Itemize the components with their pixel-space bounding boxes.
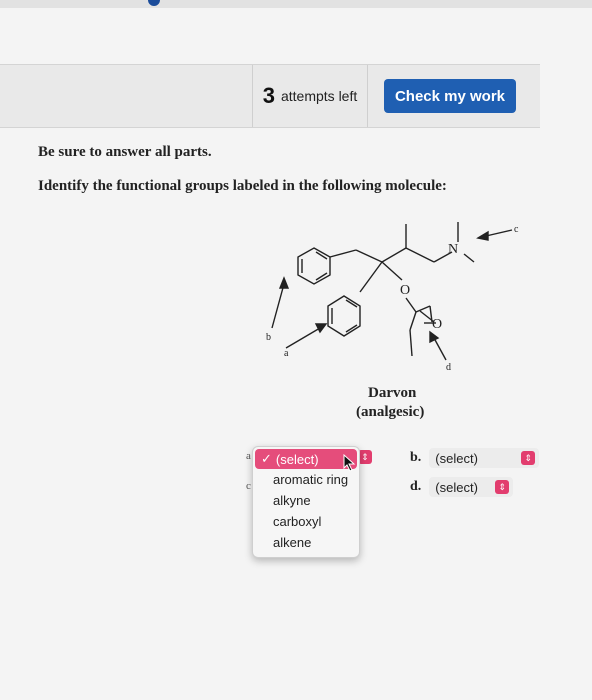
select-a-chevron-icon[interactable]: ⇕ (358, 450, 372, 464)
select-d[interactable]: (select) ⇕ (429, 477, 514, 497)
top-nav-dot (148, 0, 160, 6)
atom-o-carbonyl: O (432, 317, 442, 332)
top-strip (0, 0, 592, 8)
select-b-chevron-icon: ⇕ (521, 451, 536, 465)
mouse-cursor-icon (343, 454, 356, 472)
atom-n: N (448, 242, 458, 257)
arrow-d (433, 337, 447, 361)
assignment-toolbar: 3 attempts left Check my work (0, 64, 540, 128)
label-a: a (284, 348, 289, 359)
attempts-label: attempts left (280, 88, 358, 104)
select-b-value: (select) (435, 450, 478, 466)
select-d-chevron-icon: ⇕ (495, 480, 510, 494)
atom-o-ester: O (400, 283, 410, 298)
bond-to-quaternary-c (355, 249, 383, 263)
lower-benzene-ring (327, 295, 361, 337)
dropdown-option-alkene[interactable]: alkene (253, 532, 359, 553)
select-a-letter: a (246, 450, 251, 462)
dropdown-selected-label: (select) (275, 451, 319, 467)
instruction-answer-all: Be sure to answer all parts. (38, 144, 212, 160)
dropdown-option-select[interactable]: ✓ (select) (255, 449, 357, 469)
check-my-work-button[interactable]: Check my work (384, 79, 516, 113)
label-d: d (446, 362, 451, 373)
arrow-c (485, 229, 513, 237)
darvon-structure: N O O a b c d (266, 222, 519, 373)
n-methyl-right (463, 253, 475, 263)
label-c: c (514, 224, 519, 235)
ch2-bond (329, 249, 357, 258)
select-b-letter: b. (410, 450, 422, 465)
select-b[interactable]: (select) ⇕ (429, 448, 540, 468)
carbonyl-c (415, 305, 431, 313)
select-row-d: d. (select) ⇕ (410, 477, 514, 497)
select-d-letter: d. (410, 479, 422, 494)
select-c-letter: c (246, 480, 251, 492)
label-b: b (266, 332, 271, 343)
attempts-indicator: 3 attempts left (252, 65, 368, 127)
select-row-b: b. (select) ⇕ (410, 448, 540, 468)
page: 3 attempts left Check my work Be sure to… (0, 0, 592, 700)
checkmark-icon: ✓ (261, 451, 272, 466)
attempts-count: 3 (262, 83, 275, 108)
dropdown-option-aromatic-ring[interactable]: aromatic ring (253, 469, 359, 490)
arrow-b (271, 283, 285, 329)
instruction-identify: Identify the functional groups labeled i… (38, 178, 447, 194)
dropdown-option-alkyne[interactable]: alkyne (253, 490, 359, 511)
arrow-a (285, 327, 321, 349)
molecule-class: (analgesic) (356, 404, 425, 420)
molecule-name: Darvon (368, 385, 417, 401)
ethyl-chain (409, 329, 413, 357)
dropdown-option-carboxyl[interactable]: carboxyl (253, 511, 359, 532)
upper-benzene-ring (297, 247, 331, 285)
select-d-value: (select) (435, 479, 478, 495)
